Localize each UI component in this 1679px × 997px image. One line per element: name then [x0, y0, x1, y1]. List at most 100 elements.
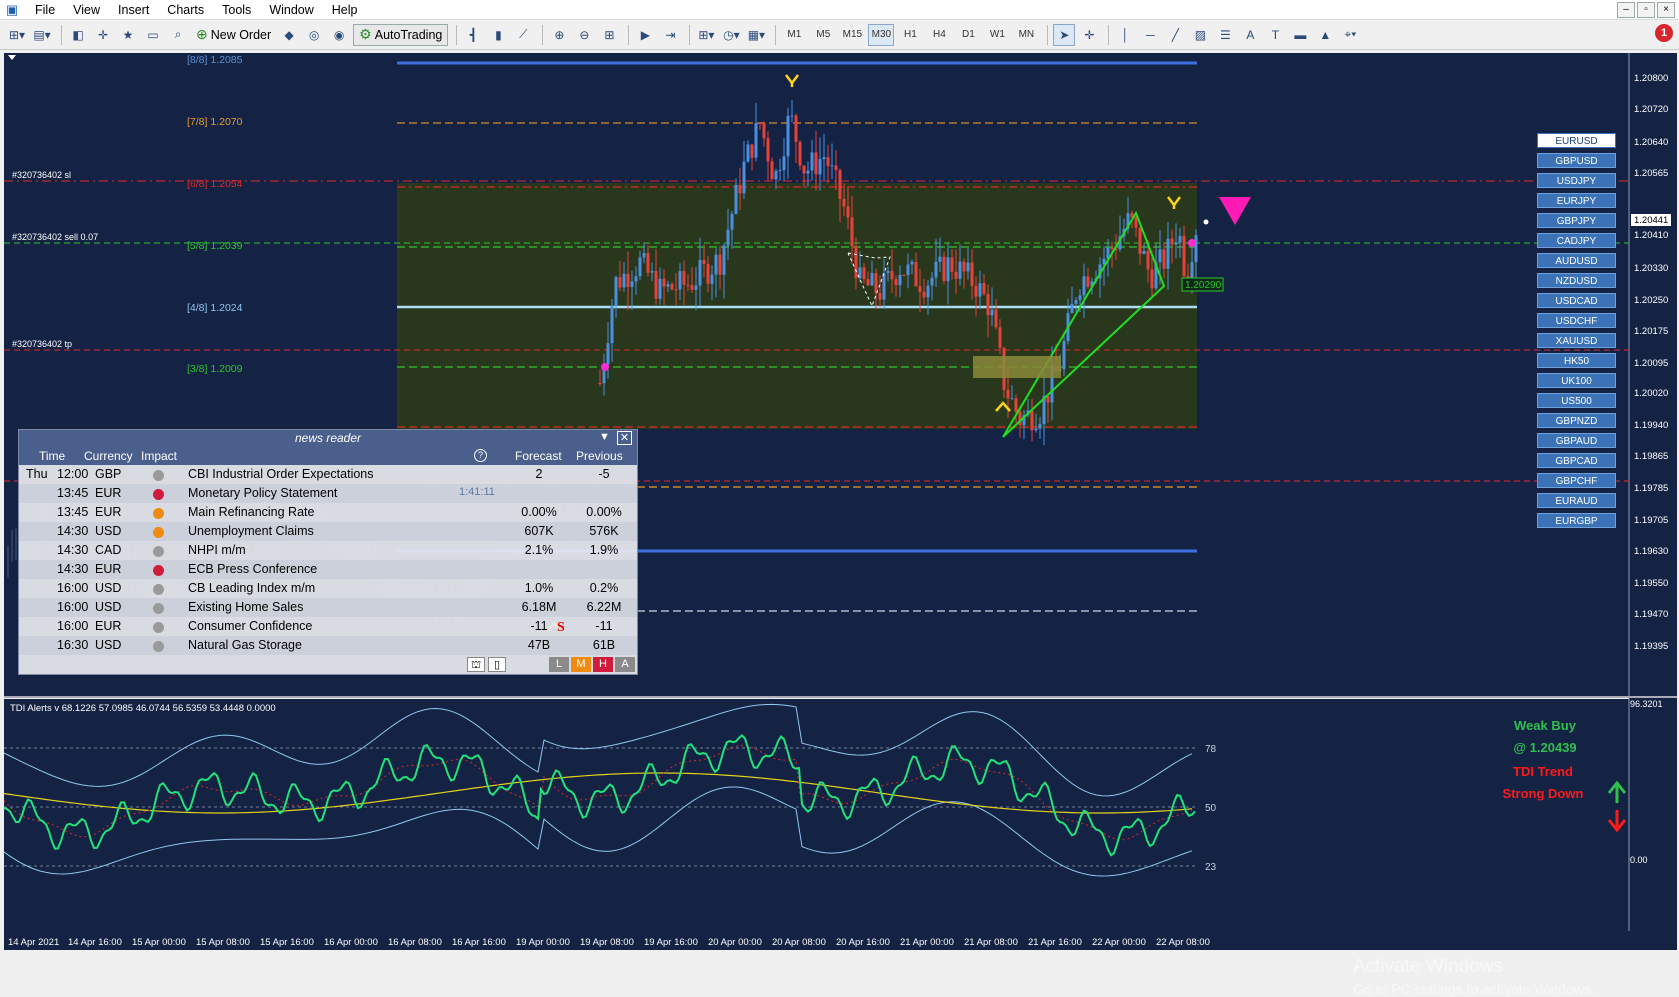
rectangle-icon[interactable]: ▬ [1289, 24, 1311, 46]
close-icon[interactable]: ✕ [617, 431, 632, 445]
chart-shift-icon[interactable]: ⇥ [659, 24, 681, 46]
news-row[interactable]: Thu 12:00 GBP CBI Industrial Order Expectat… [19, 465, 637, 484]
zoom-in-icon[interactable]: ⊕ [548, 24, 570, 46]
symbol-button-eurgbp[interactable]: EURGBP [1537, 513, 1616, 528]
news-row[interactable]: 16:00 EUR Consumer Confidence -11 -11 S [19, 617, 637, 636]
filter-high-button[interactable]: H [593, 657, 613, 672]
channel-icon[interactable]: ▨ [1189, 24, 1211, 46]
symbol-button-gbpchf[interactable]: GBPCHF [1537, 473, 1616, 488]
market-icon[interactable]: ◉ [328, 24, 350, 46]
crosshair-icon[interactable]: ✛ [1078, 24, 1100, 46]
fibonacci-icon[interactable]: ☰ [1214, 24, 1236, 46]
filter-all-button[interactable]: A [615, 657, 635, 672]
symbol-button-nzdusd[interactable]: NZDUSD [1537, 273, 1616, 288]
notification-badge[interactable]: 1 [1655, 24, 1673, 42]
symbol-button-gbpaud[interactable]: GBPAUD [1537, 433, 1616, 448]
tile-windows-icon[interactable]: ⊞ [598, 24, 620, 46]
menu-help[interactable]: Help [323, 0, 367, 20]
timeframe-m5[interactable]: M5 [810, 24, 836, 46]
symbol-button-audusd[interactable]: AUDUSD [1537, 253, 1616, 268]
profiles-icon[interactable]: ▤▾ [31, 24, 53, 46]
lock-icon[interactable]: ⛫ [467, 657, 485, 672]
tester-icon[interactable]: ⌕ [167, 24, 189, 46]
candle-body [1110, 247, 1114, 249]
line-chart-icon[interactable]: ⟋ [512, 24, 534, 46]
metaeditor-icon[interactable]: ◆ [278, 24, 300, 46]
menu-view[interactable]: View [64, 0, 109, 20]
filter-medium-button[interactable]: M [571, 657, 591, 672]
timeframe-mn[interactable]: MN [1013, 24, 1039, 46]
shapes-icon[interactable]: ⌖▾ [1339, 24, 1361, 46]
symbol-button-cadjpy[interactable]: CADJPY [1537, 233, 1616, 248]
new-chart-icon[interactable]: ⊞▾ [6, 24, 28, 46]
panel-toggle-icon[interactable]: ▯ [488, 657, 506, 672]
templates-icon[interactable]: ▦▾ [745, 24, 767, 46]
menu-tools[interactable]: Tools [213, 0, 260, 20]
news-reader-panel[interactable]: news reader ▼ ✕ Time Currency Impact ? F… [18, 429, 638, 675]
symbol-button-gbpusd[interactable]: GBPUSD [1537, 153, 1616, 168]
symbol-button-gbpjpy[interactable]: GBPJPY [1537, 213, 1616, 228]
news-row[interactable]: 14:30 EUR ECB Press Conference [19, 560, 637, 579]
signals-icon[interactable]: ◎ [303, 24, 325, 46]
symbol-button-hk50[interactable]: HK50 [1537, 353, 1616, 368]
symbol-button-gbpnzd[interactable]: GBPNZD [1537, 413, 1616, 428]
news-currency: USD [95, 524, 122, 538]
news-row[interactable]: 14:30 CAD NHPI m/m 2.1% 1.9% [19, 541, 637, 560]
autoscroll-icon[interactable]: ▶ [634, 24, 656, 46]
new-order-button[interactable]: ⊕ New Order [192, 24, 275, 46]
horizontal-line-icon[interactable]: ─ [1139, 24, 1161, 46]
symbol-button-uk100[interactable]: UK100 [1537, 373, 1616, 388]
timeframe-m15[interactable]: M15 [839, 24, 865, 46]
navigator-icon[interactable]: ✛ [92, 24, 114, 46]
minimize-button[interactable]: – [1617, 1, 1635, 18]
candlestick-icon[interactable]: ▮ [487, 24, 509, 46]
symbol-button-usdchf[interactable]: USDCHF [1537, 313, 1616, 328]
symbol-button-eurusd[interactable]: EURUSD [1537, 133, 1616, 148]
restore-button[interactable]: ▫ [1637, 1, 1655, 18]
timeframe-m30[interactable]: M30 [868, 23, 895, 46]
dropdown-icon[interactable]: ▼ [597, 431, 612, 445]
menu-charts[interactable]: Charts [158, 0, 213, 20]
help-icon[interactable]: ? [474, 449, 487, 462]
news-reader-titlebar[interactable]: news reader ▼ ✕ [19, 430, 637, 447]
timeframe-h4[interactable]: H4 [926, 24, 952, 46]
bar-chart-icon[interactable]: ┫ [462, 24, 484, 46]
symbol-button-xauusd[interactable]: XAUUSD [1537, 333, 1616, 348]
filter-low-button[interactable]: L [549, 657, 569, 672]
periods-icon[interactable]: ◷▾ [720, 24, 742, 46]
favorites-icon[interactable]: ★ [117, 24, 139, 46]
symbol-button-us500[interactable]: US500 [1537, 393, 1616, 408]
news-row[interactable]: 14:30 USD Unemployment Claims 607K 576K [19, 522, 637, 541]
candle-body [918, 286, 922, 292]
close-button[interactable]: × [1657, 1, 1675, 18]
symbol-button-usdcad[interactable]: USDCAD [1537, 293, 1616, 308]
news-row[interactable]: 13:45 EUR Monetary Policy Statement 1:41:11 [19, 484, 637, 503]
indicators-icon[interactable]: ⊞▾ [695, 24, 717, 46]
market-watch-icon[interactable]: ◧ [67, 24, 89, 46]
text-label-icon[interactable]: T [1264, 24, 1286, 46]
news-row[interactable]: 16:30 USD Natural Gas Storage 47B 61B [19, 636, 637, 655]
text-icon[interactable]: A [1239, 24, 1261, 46]
triangle-icon[interactable]: ▲ [1314, 24, 1336, 46]
timeframe-m1[interactable]: M1 [781, 24, 807, 46]
zoom-out-icon[interactable]: ⊖ [573, 24, 595, 46]
price-tick-label: 1.20640 [1634, 137, 1668, 148]
vertical-line-icon[interactable]: │ [1114, 24, 1136, 46]
symbol-button-gbpcad[interactable]: GBPCAD [1537, 453, 1616, 468]
menu-file[interactable]: File [26, 0, 64, 20]
menu-window[interactable]: Window [260, 0, 322, 20]
symbol-button-eurjpy[interactable]: EURJPY [1537, 193, 1616, 208]
autotrading-button[interactable]: ⚙ AutoTrading [353, 23, 449, 46]
trendline-icon[interactable]: ╱ [1164, 24, 1186, 46]
timeframe-h1[interactable]: H1 [897, 24, 923, 46]
cursor-icon[interactable]: ➤ [1053, 23, 1076, 46]
terminal-icon[interactable]: ▭ [142, 24, 164, 46]
menu-insert[interactable]: Insert [109, 0, 158, 20]
symbol-button-euraud[interactable]: EURAUD [1537, 493, 1616, 508]
symbol-button-usdjpy[interactable]: USDJPY [1537, 173, 1616, 188]
timeframe-d1[interactable]: D1 [955, 24, 981, 46]
news-row[interactable]: 16:00 USD Existing Home Sales 6.18M 6.22M [19, 598, 637, 617]
news-row[interactable]: 16:00 USD CB Leading Index m/m 1.0% 0.2% [19, 579, 637, 598]
timeframe-w1[interactable]: W1 [984, 24, 1010, 46]
news-row[interactable]: 13:45 EUR Main Refinancing Rate 0.00% 0.00% [19, 503, 637, 522]
